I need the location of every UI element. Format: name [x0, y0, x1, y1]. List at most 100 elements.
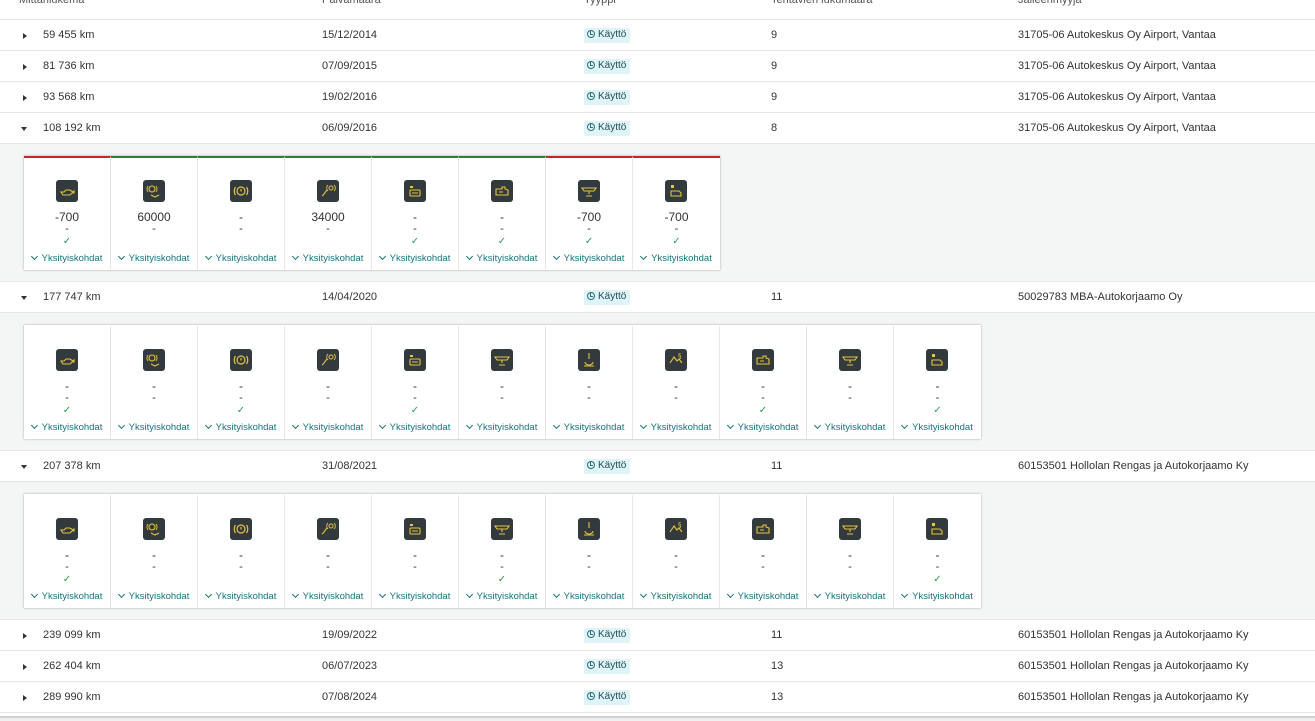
details-label: Yksityiskohdat	[824, 422, 886, 433]
sort-icon[interactable]: ▲	[754, 0, 761, 2]
details-label: Yksityiskohdat	[912, 422, 973, 433]
sort-icon[interactable]: ▲	[305, 0, 312, 2]
details-toggle-button[interactable]: Yksityiskohdat	[633, 252, 720, 265]
details-toggle-button[interactable]: Yksityiskohdat	[633, 421, 719, 434]
details-label: Yksityiskohdat	[737, 591, 799, 602]
empty-status	[285, 405, 371, 417]
task-interval-value: -	[500, 210, 504, 224]
chevron-down-icon	[901, 421, 909, 430]
column-header-type[interactable]: Tyyppi	[584, 0, 616, 8]
expand-toggle-icon[interactable]	[20, 93, 30, 103]
table-row[interactable]: 177 747 km 14/04/2020 Käyttö 11 50029783 MBA…	[0, 282, 1315, 313]
clock-icon	[587, 30, 595, 38]
task-interval-value: -	[674, 379, 678, 393]
task-interval-value: -	[500, 548, 504, 562]
table-row[interactable]: 59 455 km 15/12/2014 Käyttö 9 31705-06 Autok…	[0, 20, 1315, 51]
details-toggle-button[interactable]: Yksityiskohdat	[633, 590, 719, 603]
brake-wear-icon	[143, 180, 165, 202]
expand-toggle-icon[interactable]	[20, 62, 30, 72]
details-toggle-button[interactable]: Yksityiskohdat	[546, 252, 632, 265]
column-header-mileage[interactable]: Mittarilukema	[19, 0, 84, 8]
table-row[interactable]: 108 192 km 06/09/2016 Käyttö 8 31705-06 Auto…	[0, 113, 1315, 144]
details-toggle-button[interactable]: Yksityiskohdat	[372, 421, 458, 434]
expand-toggle-icon[interactable]	[20, 693, 30, 703]
type-badge: Käyttö	[584, 690, 631, 705]
service-task-card: § - - Yksityiskohdat	[633, 494, 720, 608]
sort-icon[interactable]: ▲	[1000, 0, 1007, 2]
details-toggle-button[interactable]: Yksityiskohdat	[459, 252, 545, 265]
brake-wear-icon	[143, 518, 165, 540]
task-interval-value: -	[848, 379, 852, 393]
table-row[interactable]: 239 099 km 19/09/2022 Käyttö 11 60153501 Hol…	[0, 620, 1315, 651]
details-toggle-button[interactable]: Yksityiskohdat	[546, 421, 632, 434]
details-toggle-button[interactable]: Yksityiskohdat	[24, 252, 110, 265]
dealer-cell: 31705-06 Autokeskus Oy Airport, Vantaa	[1018, 60, 1216, 72]
clock-icon	[587, 692, 595, 700]
details-toggle-button[interactable]: Yksityiskohdat	[285, 421, 371, 434]
expand-toggle-icon[interactable]	[20, 631, 30, 641]
details-toggle-button[interactable]: Yksityiskohdat	[807, 421, 893, 434]
details-toggle-button[interactable]: Yksityiskohdat	[807, 590, 893, 603]
expand-toggle-icon[interactable]	[20, 662, 30, 672]
task-secondary-value: -	[152, 392, 156, 404]
sort-icon[interactable]: ▲	[566, 0, 573, 2]
clock-icon	[587, 661, 595, 669]
brake-warning-icon	[230, 180, 252, 202]
task-secondary-value: -	[239, 392, 243, 404]
column-header-date[interactable]: Päivämäärä	[322, 0, 381, 8]
dealer-cell: 31705-06 Autokeskus Oy Airport, Vantaa	[1018, 91, 1216, 103]
details-toggle-button[interactable]: Yksityiskohdat	[24, 421, 110, 434]
service-task-card: 60000- Yksityiskohdat	[111, 156, 198, 270]
expand-toggle-icon[interactable]	[20, 462, 30, 472]
brake-pads-icon	[317, 180, 339, 202]
details-toggle-button[interactable]: Yksityiskohdat	[198, 421, 284, 434]
expand-toggle-icon[interactable]	[20, 31, 30, 41]
details-label: Yksityiskohdat	[41, 591, 103, 602]
details-toggle-button[interactable]: Yksityiskohdat	[720, 421, 806, 434]
expand-toggle-icon[interactable]	[20, 124, 30, 134]
empty-status	[807, 574, 893, 586]
task-secondary-value: -	[152, 223, 156, 235]
details-label: Yksityiskohdat	[389, 253, 451, 264]
brake-warning-icon	[230, 349, 252, 371]
expand-toggle-icon[interactable]	[20, 293, 30, 303]
type-badge: Käyttö	[584, 121, 631, 136]
details-toggle-button[interactable]: Yksityiskohdat	[111, 421, 197, 434]
details-toggle-button[interactable]: Yksityiskohdat	[372, 590, 458, 603]
details-label: Yksityiskohdat	[128, 591, 190, 602]
service-details-panel: -700- ✓ Yksityiskohdat 60000- Yksityiskohdat…	[0, 144, 1315, 282]
type-label: Käyttö	[598, 91, 627, 102]
table-row[interactable]: 81 736 km 07/09/2015 Käyttö 9 31705-06 Autok…	[0, 51, 1315, 82]
empty-status	[546, 405, 632, 417]
details-toggle-button[interactable]: Yksityiskohdat	[198, 590, 284, 603]
details-toggle-button[interactable]: Yksityiskohdat	[546, 590, 632, 603]
details-toggle-button[interactable]: Yksityiskohdat	[285, 590, 371, 603]
table-row[interactable]: 289 990 km 07/08/2024 Käyttö 13 60153501 Hol…	[0, 682, 1315, 713]
details-toggle-button[interactable]: Yksityiskohdat	[111, 252, 197, 265]
details-toggle-button[interactable]: Yksityiskohdat	[459, 590, 545, 603]
service-task-card: - - ✓ Yksityiskohdat	[198, 325, 285, 439]
details-toggle-button[interactable]: Yksityiskohdat	[894, 421, 981, 434]
details-toggle-button[interactable]: Yksityiskohdat	[24, 590, 110, 603]
column-header-task-count[interactable]: Tehtävien lukumäärä	[771, 0, 873, 8]
details-toggle-button[interactable]: Yksityiskohdat	[720, 590, 806, 603]
details-toggle-button[interactable]: Yksityiskohdat	[894, 590, 981, 603]
task-interval-value: -	[65, 379, 69, 393]
table-row[interactable]: 207 378 km 31/08/2021 Käyttö 11 60153501 Hol…	[0, 451, 1315, 482]
chevron-down-icon	[117, 252, 125, 261]
details-toggle-button[interactable]: Yksityiskohdat	[198, 252, 284, 265]
service-task-card: - - Yksityiskohdat	[198, 494, 285, 608]
task-interval-value: -700	[664, 210, 689, 224]
details-toggle-button[interactable]: Yksityiskohdat	[459, 421, 545, 434]
service-task-cards: - - ✓ Yksityiskohdat - - Yksityiskohdat - - ✓ Yksi…	[24, 325, 981, 439]
table-row[interactable]: 93 568 km 19/02/2016 Käyttö 9 31705-06 Autok…	[0, 82, 1315, 113]
details-toggle-button[interactable]: Yksityiskohdat	[111, 590, 197, 603]
details-toggle-button[interactable]: Yksityiskohdat	[285, 252, 371, 265]
column-header-dealer[interactable]: Jälleenmyyjä	[1018, 0, 1082, 8]
service-task-card: - - Yksityiskohdat	[546, 325, 633, 439]
task-count-cell: 11	[771, 629, 783, 641]
details-toggle-button[interactable]: Yksityiskohdat	[372, 252, 458, 265]
table-row[interactable]: 262 404 km 06/07/2023 Käyttö 13 60153501 Hol…	[0, 651, 1315, 682]
inspection-icon: §	[665, 349, 687, 371]
chevron-down-icon	[639, 590, 647, 599]
